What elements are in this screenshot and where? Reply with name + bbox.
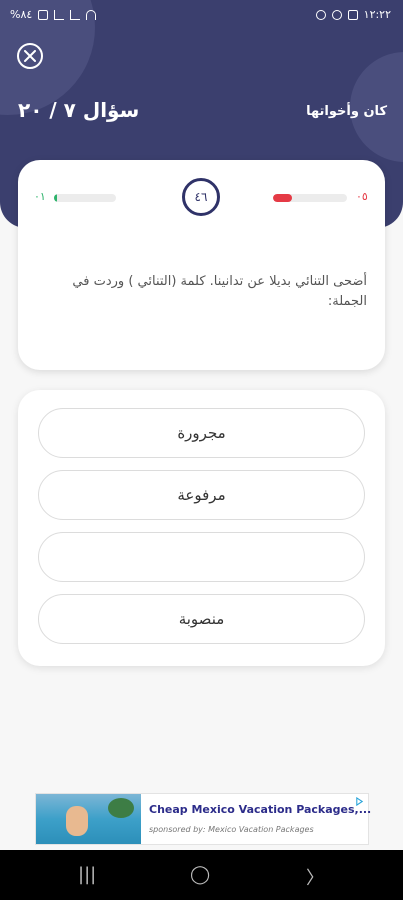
back-button[interactable]: 〉 (306, 864, 324, 890)
battery-icon (38, 9, 49, 20)
person-image (66, 806, 88, 836)
wrong-progress-fill (273, 194, 292, 202)
ad-title[interactable]: Cheap Mexico Vacation Packages,... (149, 803, 371, 816)
ad-sponsor: sponsored by: Mexico Vacation Packages (149, 825, 314, 834)
topic-title: كان وأخواتها (306, 104, 387, 119)
battery-level: %٨٤ (10, 8, 33, 21)
gallery-icon (347, 9, 358, 20)
timer-value: ٤٦ (194, 190, 208, 204)
answers-panel: مجرورة مرفوعة منصوبة (18, 390, 385, 666)
whatsapp-icon (331, 9, 342, 20)
wrong-progress-bar (273, 194, 347, 202)
correct-score: ٠١ (34, 190, 46, 203)
adchoices-icon[interactable] (355, 797, 364, 806)
question-text: أضحى التنائي بديلا عن تدانينا. كلمة (الت… (72, 274, 367, 309)
home-button[interactable]: ◯ (190, 864, 210, 885)
status-bar: %٨٤ ١٢:٢٢ (0, 0, 403, 30)
answer-option-2[interactable]: مرفوعة (38, 470, 365, 520)
question-card: ٠١ ٤٦ ٠٥ أضحى التنائي بديلا عن تدانينا. … (18, 160, 385, 370)
status-right: ١٢:٢٢ (315, 8, 391, 21)
correct-progress-bar (54, 194, 116, 202)
status-time: ١٢:٢٢ (363, 8, 391, 21)
correct-progress-fill (54, 194, 58, 202)
wrong-score: ٠٥ (356, 190, 368, 203)
system-nav-bar: ||| ◯ 〉 (0, 850, 403, 900)
signal-icon (70, 9, 81, 20)
timer: ٤٦ (182, 178, 220, 216)
messenger-icon (315, 9, 326, 20)
ad-image (36, 794, 141, 844)
status-left: %٨٤ (10, 8, 97, 21)
answer-option-3[interactable] (38, 532, 365, 582)
answer-option-4[interactable]: منصوبة (38, 594, 365, 644)
question-counter: سؤال ٧ / ٢٠ (18, 98, 140, 122)
close-button[interactable] (17, 43, 43, 69)
answer-option-1[interactable]: مجرورة (38, 408, 365, 458)
palm-tree-image (108, 798, 134, 818)
close-icon (24, 50, 36, 62)
signal-icon (54, 9, 65, 20)
wifi-icon (86, 9, 97, 20)
ad-banner[interactable]: Cheap Mexico Vacation Packages,... spons… (35, 793, 371, 845)
recent-apps-button[interactable]: ||| (78, 864, 96, 885)
